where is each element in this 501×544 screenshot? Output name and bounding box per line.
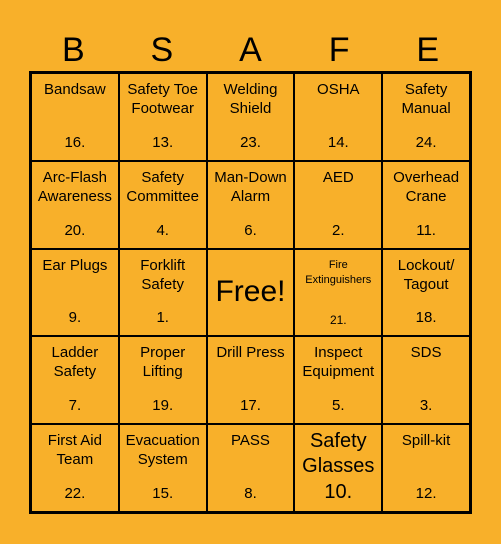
- bingo-cell[interactable]: Safety Manual 24.: [382, 73, 470, 161]
- header-letter-a: A: [239, 31, 262, 69]
- cell-label: Drill Press: [216, 344, 285, 362]
- bingo-cell[interactable]: Evacuation System 15.: [118, 424, 207, 512]
- cell-label: Evacuation System: [125, 432, 200, 469]
- cell-number: 21.: [329, 313, 347, 328]
- cell-label: Safety Manual: [401, 81, 451, 117]
- bingo-cell[interactable]: OSHA 14.: [294, 73, 383, 161]
- bingo-cell[interactable]: Ladder Safety 7.: [31, 336, 119, 425]
- cell-label: PASS: [231, 432, 270, 450]
- bingo-header: B S A F E: [29, 28, 472, 72]
- cell-number: 15.: [152, 485, 174, 502]
- cell-number: 13.: [152, 133, 174, 151]
- cell-label: AED: [322, 168, 354, 186]
- cell-label: Welding Shield: [223, 81, 278, 117]
- cell-number: 9.: [68, 309, 82, 327]
- bingo-cell[interactable]: Proper Lifting 19.: [118, 336, 207, 425]
- cell-label: Bandsaw: [44, 81, 106, 98]
- bingo-cell[interactable]: First Aid Team 22.: [31, 424, 119, 512]
- cell-number: 11.: [416, 221, 436, 239]
- cell-number: 24.: [415, 133, 437, 151]
- cell-number: 16.: [64, 133, 86, 151]
- cell-label: Spill-kit: [401, 432, 451, 450]
- bingo-cell[interactable]: Fire Extinguishers 21.: [294, 248, 383, 337]
- cell-number: 20.: [64, 221, 86, 239]
- bingo-cell[interactable]: Ear Plugs 9.: [31, 248, 119, 337]
- cell-label: Proper Lifting: [140, 344, 186, 381]
- cell-number: 22.: [64, 485, 86, 502]
- bingo-cell[interactable]: PASS 8.: [206, 424, 295, 512]
- cell-label: SDS: [410, 344, 442, 362]
- bingo-grid: Bandsaw 16. Safety Toe Footwear 13. Weldin…: [29, 71, 472, 514]
- cell-label: Ear Plugs: [42, 256, 108, 274]
- cell-label: Arc-Flash Awareness: [37, 168, 112, 205]
- cell-label: Lockout/ Tagout: [397, 256, 455, 293]
- bingo-cell[interactable]: AED 2.: [294, 160, 383, 249]
- bingo-cell[interactable]: Inspect Equipment 5.: [294, 336, 383, 425]
- cell-label: Safety Toe Footwear: [127, 81, 198, 117]
- cell-number: 12.: [415, 485, 437, 502]
- cell-label: OSHA: [317, 81, 360, 98]
- cell-number: 23.: [240, 133, 261, 151]
- header-letter-e: E: [416, 31, 440, 69]
- cell-label: Fire Extinguishers: [305, 258, 372, 286]
- bingo-cell[interactable]: Forklift Safety 1.: [118, 248, 207, 337]
- cell-number: 8.: [244, 485, 257, 502]
- cell-number: 3.: [419, 397, 433, 415]
- cell-number: 4.: [156, 221, 169, 239]
- bingo-cell[interactable]: Overhead Crane 11.: [382, 160, 470, 249]
- cell-number: 2.: [332, 221, 345, 239]
- bingo-cell[interactable]: Welding Shield 23.: [206, 73, 295, 161]
- cell-number: 17.: [240, 397, 261, 415]
- header-letter-b: B: [61, 31, 85, 69]
- bingo-cell[interactable]: Spill-kit 12.: [382, 424, 470, 512]
- bingo-cell[interactable]: Bandsaw 16.: [31, 73, 119, 161]
- cell-label: Safety Committee: [126, 168, 199, 205]
- cell-number: 10.: [324, 481, 353, 503]
- bingo-cell[interactable]: Lockout/ Tagout 18.: [382, 248, 470, 337]
- header-letter-s: S: [150, 31, 174, 69]
- bingo-cell[interactable]: Drill Press 17.: [206, 336, 295, 425]
- free-space-cell[interactable]: Free!: [206, 248, 295, 337]
- bingo-cell[interactable]: Arc-Flash Awareness 20.: [31, 160, 119, 249]
- cell-number: 19.: [152, 397, 174, 415]
- cell-number: 7.: [68, 397, 82, 415]
- cell-number: 18.: [415, 309, 437, 327]
- bingo-cell[interactable]: Man-Down Alarm 6.: [206, 160, 295, 249]
- bingo-cell[interactable]: SDS 3.: [382, 336, 470, 425]
- bingo-cell[interactable]: Safety Committee 4.: [118, 160, 207, 249]
- cell-number: 5.: [332, 397, 345, 415]
- cell-label: Overhead Crane: [393, 168, 460, 205]
- cell-label: Safety Glasses: [302, 430, 375, 478]
- bingo-cell[interactable]: Safety Glasses 10.: [294, 424, 383, 512]
- cell-number: 1.: [156, 309, 169, 327]
- cell-label: First Aid Team: [47, 432, 102, 469]
- bingo-cell[interactable]: Safety Toe Footwear 13.: [118, 73, 207, 161]
- cell-label: Ladder Safety: [51, 344, 99, 381]
- cell-label: Man-Down Alarm: [214, 168, 287, 205]
- cell-label: Inspect Equipment: [302, 344, 375, 381]
- header-letter-f: F: [328, 31, 350, 69]
- cell-number: 6.: [244, 221, 257, 239]
- cell-label: Forklift Safety: [140, 256, 186, 293]
- cell-number: 14.: [327, 133, 349, 151]
- free-space-label: Free!: [215, 275, 286, 309]
